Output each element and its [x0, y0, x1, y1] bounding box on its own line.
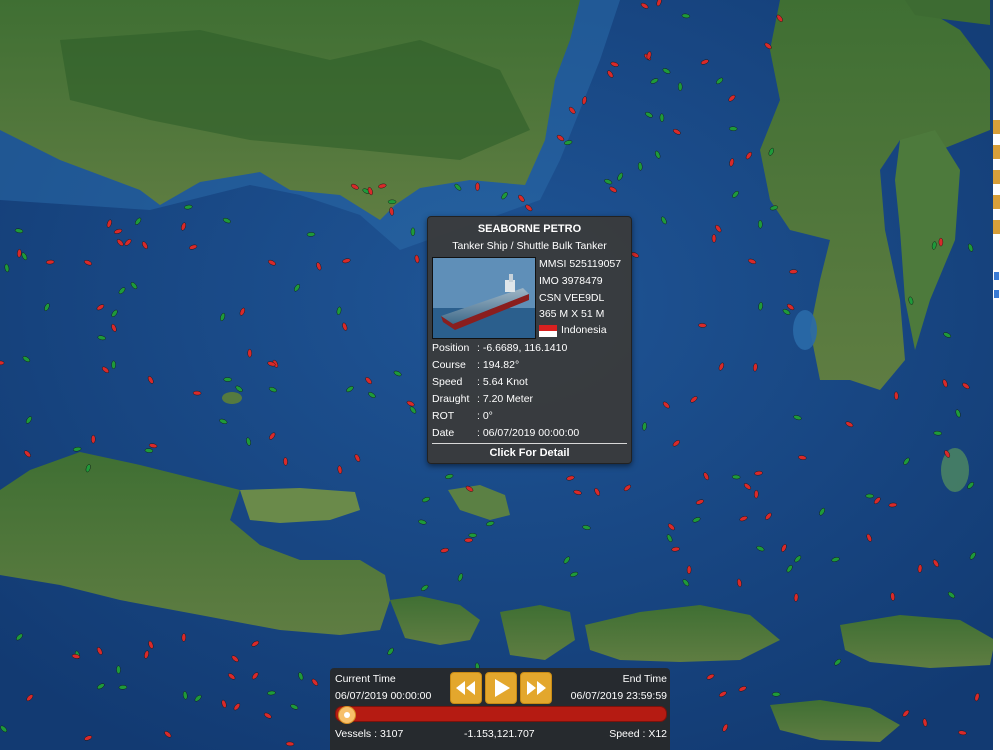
- vessel-marker[interactable]: [116, 665, 121, 674]
- vessel-callsign: CSN VEE9DL: [539, 292, 605, 304]
- vessel-marker[interactable]: [732, 474, 741, 480]
- vessel-country: Indonesia: [561, 324, 607, 336]
- detail-row-rot: ROT : 0°: [432, 410, 493, 422]
- detail-value: : 0°: [477, 410, 493, 422]
- vessel-type: Tanker Ship / Shuttle Bulk Tanker: [452, 240, 607, 252]
- vessel-marker[interactable]: [865, 493, 874, 499]
- layer-checkbox[interactable]: [994, 272, 999, 280]
- layer-sidebar: [993, 0, 1000, 750]
- vessel-marker[interactable]: [659, 113, 665, 122]
- vessel-marker[interactable]: [754, 490, 759, 499]
- vessel-name: SEABORNE PETRO: [477, 223, 582, 235]
- vessel-marker[interactable]: [464, 537, 473, 543]
- vessel-dimensions: 365 M X 51 M: [539, 308, 605, 320]
- sidebar-tab[interactable]: [993, 170, 1000, 184]
- vessel-marker[interactable]: [247, 349, 252, 358]
- sidebar-tab[interactable]: [993, 220, 1000, 234]
- detail-label: Course: [432, 359, 466, 371]
- vessel-marker[interactable]: [118, 685, 128, 690]
- detail-value: : 06/07/2019 00:00:00: [477, 427, 580, 439]
- vessel-photo: [432, 257, 536, 339]
- detail-label: Draught: [432, 393, 470, 405]
- current-time-value: 06/07/2019 00:00:00: [335, 690, 432, 702]
- vessel-marker[interactable]: [17, 249, 22, 258]
- vessel-marker[interactable]: [410, 227, 416, 236]
- vessel-marker[interactable]: [894, 391, 899, 400]
- fast-forward-icon: [527, 681, 546, 695]
- vessel-marker[interactable]: [223, 377, 232, 382]
- detail-row-speed: Speed : 5.64 Knot: [432, 376, 528, 388]
- popup-divider: [432, 443, 627, 444]
- detail-value: : 5.64 Knot: [477, 376, 528, 388]
- sidebar-tab[interactable]: [993, 195, 1000, 209]
- vessel-marker[interactable]: [475, 182, 480, 191]
- end-time-label: End Time: [622, 673, 667, 685]
- vessel-marker[interactable]: [758, 220, 763, 229]
- vessel-info-popup: SEABORNE PETRO Tanker Ship / Shuttle Bul…: [427, 216, 632, 464]
- detail-value: : -6.6689, 116.1410: [477, 342, 568, 354]
- cursor-coordinates: -1.153,121.707: [464, 728, 535, 740]
- fast-forward-button[interactable]: [520, 672, 552, 704]
- detail-label: Position: [432, 342, 470, 354]
- rewind-icon: [456, 681, 475, 695]
- vessel-marker[interactable]: [711, 234, 717, 243]
- sidebar-tab[interactable]: [993, 145, 1000, 159]
- detail-row-position: Position : -6.6689, 116.1410: [432, 342, 567, 354]
- playback-panel: Current Time 06/07/2019 00:00:00 End Tim…: [330, 668, 670, 750]
- vessel-marker[interactable]: [111, 360, 116, 369]
- detail-row-course: Course : 194.82°: [432, 359, 519, 371]
- detail-value: : 194.82°: [477, 359, 520, 371]
- vessel-marker[interactable]: [181, 633, 187, 642]
- vessel-marker[interactable]: [772, 692, 781, 697]
- rewind-button[interactable]: [450, 672, 482, 704]
- indonesia-flag-icon: [539, 325, 557, 337]
- vessel-marker[interactable]: [468, 533, 477, 538]
- timeline-slider[interactable]: [335, 706, 667, 722]
- layer-checkbox[interactable]: [994, 290, 999, 298]
- vessel-marker[interactable]: [698, 323, 707, 328]
- end-time-value: 06/07/2019 23:59:59: [570, 690, 667, 702]
- play-button[interactable]: [485, 672, 517, 704]
- vessel-marker[interactable]: [306, 232, 316, 237]
- sidebar-panel: [993, 0, 1000, 750]
- vessel-marker[interactable]: [677, 82, 683, 91]
- vessel-imo: IMO 3978479: [539, 275, 603, 287]
- detail-label: ROT: [432, 410, 455, 422]
- current-time-label: Current Time: [335, 673, 396, 685]
- click-for-detail-link[interactable]: Click For Detail: [428, 447, 631, 459]
- vessel-marker[interactable]: [283, 457, 288, 466]
- vessel-count: Vessels : 3107: [335, 728, 404, 740]
- detail-row-draught: Draught : 7.20 Meter: [432, 393, 533, 405]
- vessel-marker[interactable]: [192, 390, 202, 396]
- bay-water: [793, 310, 817, 350]
- vessel-marker[interactable]: [387, 199, 397, 205]
- vessel-marker[interactable]: [789, 269, 798, 274]
- playback-speed: Speed : X12: [609, 728, 667, 740]
- vessel-marker[interactable]: [686, 565, 692, 574]
- vessel-marker[interactable]: [91, 435, 96, 444]
- detail-value: : 7.20 Meter: [477, 393, 534, 405]
- sidebar-tab[interactable]: [993, 120, 1000, 134]
- vessel-marker[interactable]: [938, 237, 944, 247]
- vessel-mmsi: MMSI 525119057: [539, 258, 622, 270]
- vessel-marker[interactable]: [729, 126, 738, 131]
- vessel-marker[interactable]: [285, 741, 295, 747]
- play-icon: [495, 679, 510, 697]
- detail-row-date: Date : 06/07/2019 00:00:00: [432, 427, 579, 439]
- detail-label: Speed: [432, 376, 463, 388]
- detail-label: Date: [432, 427, 455, 439]
- bawean-island: [222, 392, 242, 404]
- vessel-marker[interactable]: [0, 360, 5, 366]
